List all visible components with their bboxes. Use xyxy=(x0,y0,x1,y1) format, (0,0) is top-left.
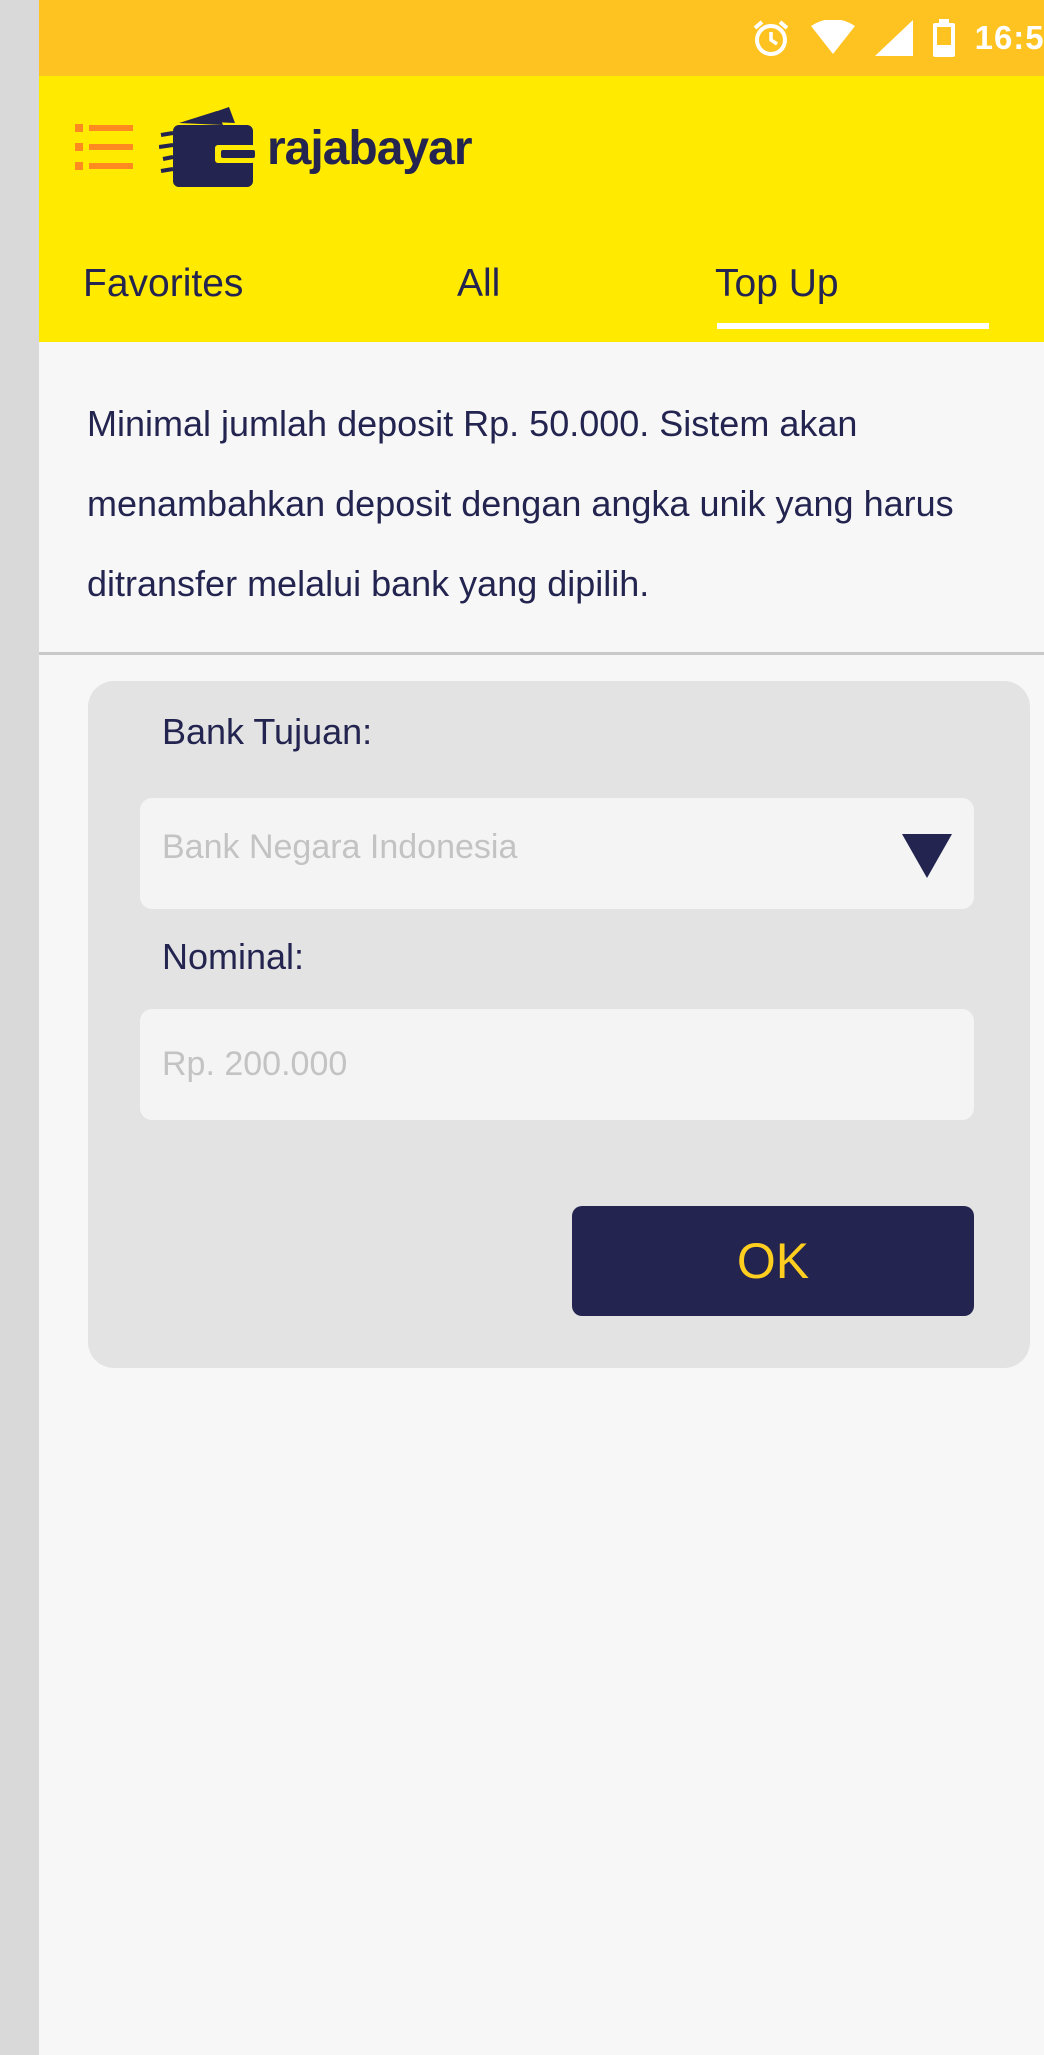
brand-logo: rajabayar xyxy=(159,103,472,193)
tab-all[interactable]: All xyxy=(457,262,500,306)
alarm-icon xyxy=(753,20,788,56)
tab-bar: Favorites All Top Up xyxy=(39,242,1044,342)
app-bar: rajabayar Favorites All Top Up xyxy=(39,76,1044,342)
info-section: Minimal jumlah deposit Rp. 50.000. Siste… xyxy=(39,342,1044,655)
wallet-icon xyxy=(159,107,255,187)
nominal-field xyxy=(140,1009,974,1120)
signal-icon xyxy=(874,20,913,56)
status-icons: 16:54 xyxy=(751,18,1044,58)
menu-icon[interactable] xyxy=(75,122,133,172)
nominal-input[interactable] xyxy=(140,1009,974,1120)
status-bar: 16:54 xyxy=(39,0,1044,76)
battery-icon xyxy=(932,19,955,57)
brand-name: rajabayar xyxy=(267,121,472,175)
nominal-label: Nominal: xyxy=(162,936,305,977)
bank-label: Bank Tujuan: xyxy=(162,711,373,752)
dropdown-arrow-icon xyxy=(902,834,952,878)
status-time: 16:54 xyxy=(974,19,1044,56)
active-tab-indicator xyxy=(717,323,989,329)
app-screen: 16:54 rajabayar Favorites All xyxy=(39,0,1044,2055)
top-up-form: Bank Tujuan: Bank Negara Indonesia Nomin… xyxy=(88,681,1030,1368)
tab-favorites[interactable]: Favorites xyxy=(83,262,243,306)
deposit-info-text: Minimal jumlah deposit Rp. 50.000. Siste… xyxy=(87,403,954,604)
bank-select[interactable]: Bank Negara Indonesia xyxy=(140,798,974,909)
bank-selected-value: Bank Negara Indonesia xyxy=(162,828,518,866)
wifi-icon xyxy=(810,20,855,54)
tab-top-up[interactable]: Top Up xyxy=(715,262,839,306)
ok-button[interactable]: OK xyxy=(572,1206,974,1316)
